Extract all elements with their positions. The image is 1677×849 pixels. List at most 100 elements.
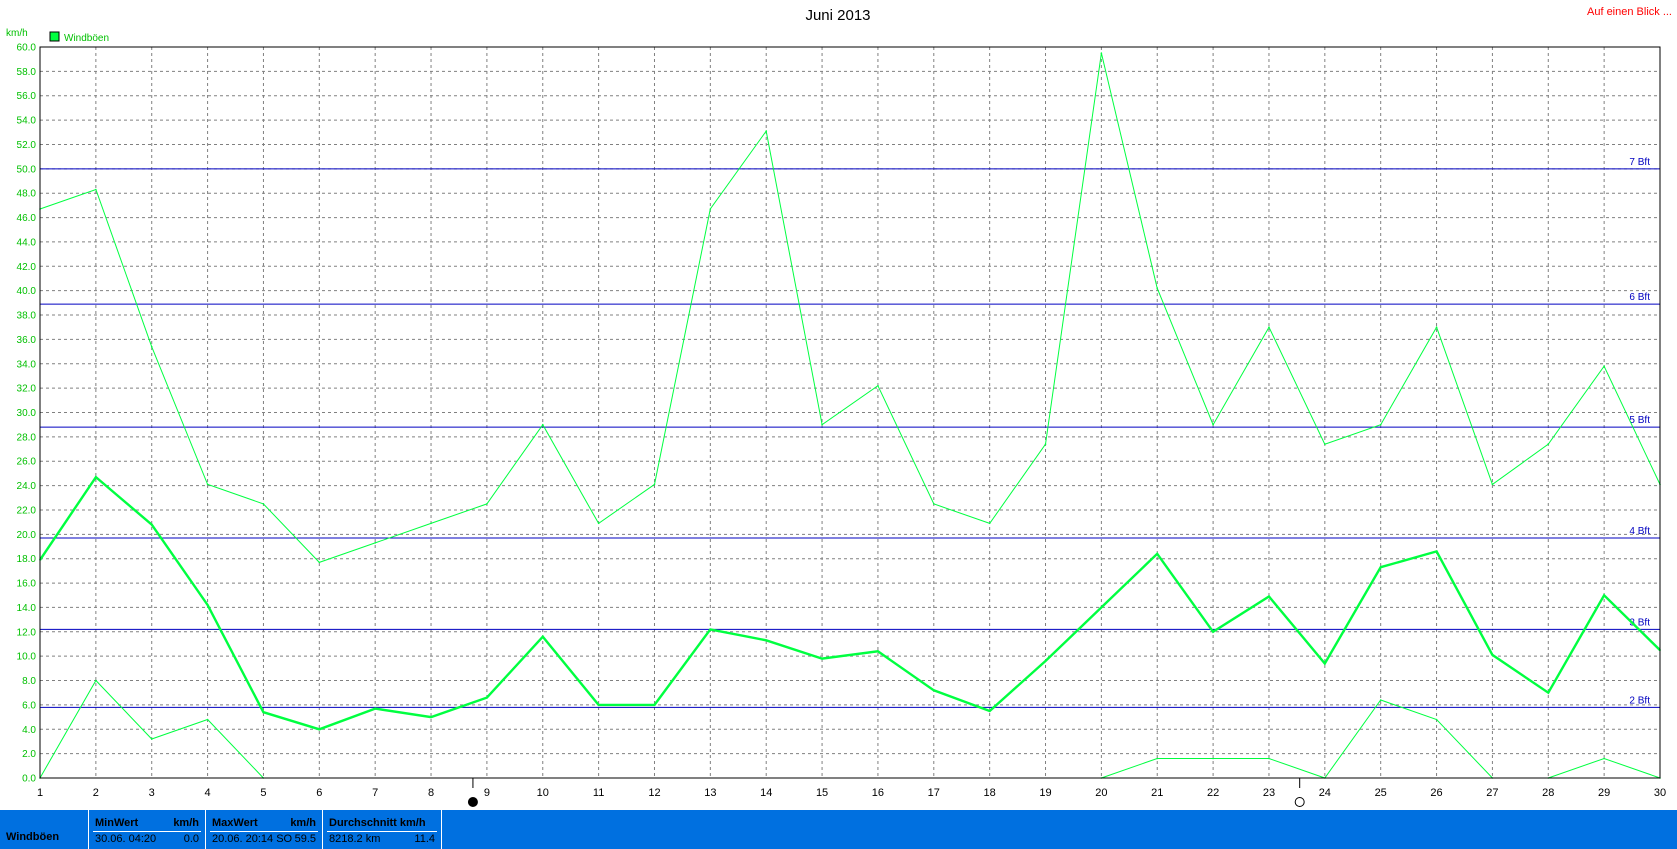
data-point-mean (95, 476, 97, 478)
y-tick-label: 60.0 (17, 43, 37, 54)
data-point-mean (988, 710, 991, 712)
x-tick-label: 5 (260, 787, 266, 799)
data-point-mean (1044, 660, 1047, 662)
y-tick-label: 10.0 (17, 652, 37, 663)
x-tick-label: 22 (1207, 787, 1219, 799)
x-tick-label: 23 (1263, 787, 1275, 799)
data-point-max (1435, 326, 1438, 329)
x-tick-label: 28 (1542, 787, 1554, 799)
data-point-min (1435, 718, 1438, 721)
data-point-mean (1379, 566, 1382, 569)
new-moon-icon (467, 797, 478, 807)
y-tick-label: 56.0 (17, 91, 37, 102)
min-value-panel: MinWert km/h 30.06. 04:20 0.0 (88, 810, 205, 849)
data-point-max (374, 542, 376, 544)
beaufort-label: 4 Bft (1629, 526, 1650, 537)
data-point-max (1100, 52, 1103, 54)
data-point-max (709, 208, 712, 210)
min-time: 30.06. 04:20 (95, 833, 157, 845)
series-lines (39, 52, 1661, 779)
overview-link[interactable]: Auf einen Blick ... (1587, 6, 1672, 18)
data-point-mean (430, 716, 432, 718)
data-point-mean (765, 639, 768, 642)
data-point-min (150, 738, 153, 740)
x-tick-label: 27 (1486, 787, 1498, 799)
y-tick-label: 26.0 (17, 457, 37, 468)
data-point-max (821, 423, 823, 426)
y-tick-label: 28.0 (17, 432, 37, 443)
x-tick-label: 2 (93, 787, 99, 799)
y-tick-label: 50.0 (17, 164, 37, 175)
y-tick-label: 0.0 (22, 774, 36, 785)
y-tick-label: 20.0 (17, 530, 37, 541)
x-tick-label: 14 (760, 787, 772, 799)
legend-marker (49, 31, 60, 42)
x-tick-label: 20 (1095, 787, 1107, 799)
y-tick-label: 58.0 (17, 67, 37, 78)
x-tick-label: 30 (1654, 787, 1666, 799)
y-tick-label: 36.0 (17, 335, 37, 346)
y-tick-label: 22.0 (17, 505, 37, 516)
data-point-mean (709, 628, 712, 631)
data-point-max (1379, 423, 1382, 426)
y-tick-label: 40.0 (17, 286, 37, 297)
x-tick-label: 26 (1430, 787, 1442, 799)
beaufort-label: 5 Bft (1629, 415, 1650, 426)
y-tick-label: 18.0 (17, 554, 37, 565)
y-tick-label: 38.0 (17, 311, 37, 322)
y-tick-label: 16.0 (17, 579, 37, 590)
y-tick-label: 14.0 (17, 603, 37, 614)
beaufort-label: 6 Bft (1629, 292, 1650, 303)
data-point-max (430, 522, 432, 525)
x-tick-label: 15 (816, 787, 828, 799)
y-tick-label: 34.0 (17, 359, 37, 370)
data-point-mean (1324, 662, 1326, 665)
x-tick-label: 10 (537, 787, 549, 799)
x-tick-label: 18 (984, 787, 996, 799)
y-tick-label: 8.0 (22, 676, 36, 687)
max-divider (210, 831, 318, 832)
x-tick-label: 8 (428, 787, 434, 799)
y-tick-label: 46.0 (17, 213, 37, 224)
data-point-mean (1491, 654, 1494, 656)
x-tick-label: 29 (1598, 787, 1610, 799)
avg-divider (327, 831, 437, 832)
wind-gust-chart: Juni 2013 km/h Windböen 2 Bft3 Bft4 Bft5… (6, 7, 1666, 807)
data-point-mean (1212, 631, 1214, 633)
data-point-mean (877, 650, 879, 653)
grid (40, 47, 1660, 778)
x-tick-label: 11 (593, 787, 604, 799)
y-tick-label: 54.0 (17, 116, 37, 127)
avg-value: 11.4 (414, 833, 435, 845)
series-line-mean (39, 475, 1661, 731)
data-point-mean (1100, 606, 1103, 609)
min-divider (93, 831, 201, 832)
data-point-max (877, 384, 879, 387)
data-point-max (1547, 443, 1550, 445)
max-unit: km/h (290, 817, 316, 829)
data-point-mean (653, 704, 656, 706)
data-point-mean (206, 604, 209, 606)
data-point-min (1268, 757, 1270, 760)
data-point-mean (932, 689, 935, 692)
beaufort-label: 7 Bft (1629, 157, 1650, 168)
y-tick-label: 44.0 (17, 237, 37, 248)
data-point-mean (1547, 691, 1550, 694)
data-point-min (1379, 699, 1382, 701)
axes: 0.0 2.0 4.0 6.0 8.0 10.0 12.0 14.0 16.0 18.0 20.0 2… (17, 43, 1666, 807)
x-tick-label: 7 (372, 787, 378, 799)
legend-label: Windböen (64, 33, 109, 44)
y-axis-unit-label: km/h (6, 28, 28, 39)
y-tick-label: 24.0 (17, 481, 37, 492)
max-time: 20.06. 20:14 SO (212, 833, 293, 845)
x-tick-label: 4 (205, 787, 211, 799)
data-point-max (988, 522, 991, 525)
x-tick-label: 25 (1375, 787, 1387, 799)
data-point-mean (150, 523, 153, 526)
y-tick-label: 12.0 (17, 627, 37, 638)
data-point-min (1212, 757, 1214, 760)
data-point-max (206, 483, 209, 486)
x-tick-label: 19 (1039, 787, 1051, 799)
status-bar: Windböen MinWert km/h 30.06. 04:20 0.0 M… (0, 810, 1677, 849)
max-header: MaxWert (212, 817, 258, 829)
